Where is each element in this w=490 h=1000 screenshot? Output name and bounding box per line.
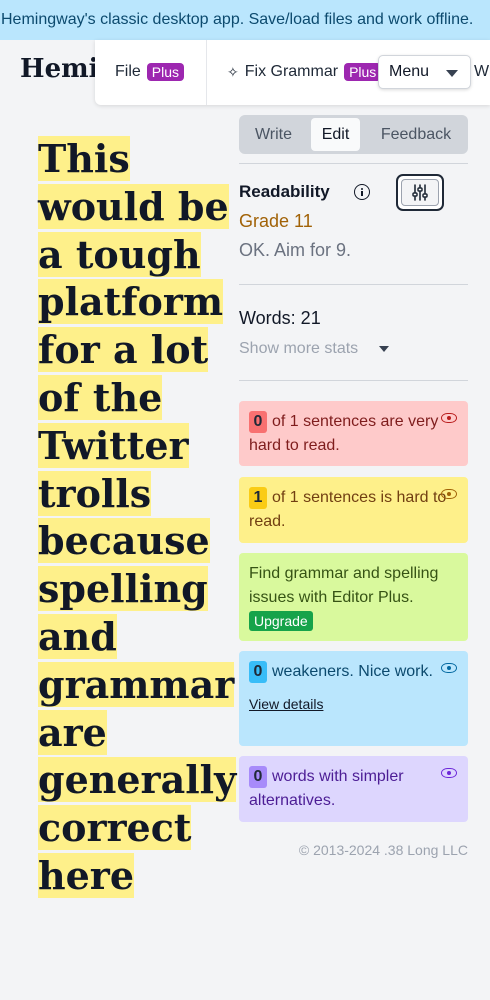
grammar-text: Find grammar and spelling issues with Ed…	[249, 565, 439, 606]
very-hard-sentences-card[interactable]: 0 of 1 sentences are very hard to read.	[239, 401, 468, 466]
file-button[interactable]: File Plus	[115, 63, 185, 81]
sparkle-icon: ✧	[227, 63, 239, 80]
toolbar: File Plus ✧ Fix Grammar Plus Write Menu	[95, 40, 490, 105]
simpler-text: words with simpler alternatives.	[249, 768, 404, 809]
editor-text[interactable]: This would be a tough platform for a lot…	[38, 135, 238, 900]
copyright-text: © 2013-2024 .38 Long LLC	[298, 842, 468, 858]
file-plus-badge: Plus	[146, 63, 185, 81]
simpler-alternatives-card[interactable]: 0 words with simpler alternatives.	[239, 756, 468, 822]
menu-dropdown[interactable]: Menu	[378, 55, 471, 89]
eye-icon[interactable]	[441, 489, 457, 499]
menu-label: Menu	[389, 63, 430, 80]
divider	[239, 284, 468, 285]
write-label[interactable]: Write	[474, 63, 490, 81]
tab-feedback[interactable]: Feedback	[366, 118, 466, 151]
tab-edit[interactable]: Edit	[311, 118, 360, 151]
divider	[239, 380, 468, 381]
show-more-stats-link[interactable]: Show more stats	[239, 340, 358, 358]
highlighted-sentence: This would be a tough platform for a lot…	[38, 136, 237, 898]
hard-text: of 1 sentences is hard to read.	[249, 489, 447, 530]
info-icon[interactable]	[354, 184, 370, 200]
upgrade-button[interactable]: Upgrade	[249, 611, 313, 631]
weakeners-count: 0	[249, 661, 267, 683]
eye-icon[interactable]	[441, 768, 457, 778]
settings-button[interactable]	[396, 174, 444, 211]
grade-note: OK. Aim for 9.	[239, 240, 352, 260]
chevron-down-icon	[446, 70, 458, 77]
announcement-banner: Hemingway's classic desktop app. Save/lo…	[0, 0, 490, 40]
tab-write[interactable]: Write	[242, 118, 305, 151]
word-count: Words: 21	[239, 308, 321, 328]
very-hard-text: of 1 sentences are very hard to read.	[249, 413, 439, 454]
banner-text: Hemingway's classic desktop app. Save/lo…	[1, 11, 474, 28]
eye-icon[interactable]	[441, 663, 457, 673]
app-logo[interactable]: Hemingway	[20, 54, 100, 84]
mode-tabs: Write Edit Feedback	[239, 115, 468, 154]
sliders-icon	[412, 184, 428, 201]
hard-count: 1	[249, 487, 267, 509]
file-label: File	[115, 63, 141, 80]
view-details-link[interactable]: View details	[249, 692, 458, 716]
fix-grammar-button[interactable]: ✧ Fix Grammar Plus	[227, 63, 382, 81]
toolbar-divider	[206, 40, 207, 105]
grammar-upsell-card: Find grammar and spelling issues with Ed…	[239, 553, 468, 641]
caret-down-icon[interactable]	[379, 346, 389, 352]
divider	[239, 163, 468, 164]
fix-plus-badge: Plus	[344, 63, 382, 81]
fix-grammar-label: Fix Grammar	[244, 63, 339, 80]
hard-sentences-card[interactable]: 1 of 1 sentences is hard to read.	[239, 477, 468, 543]
weakeners-card[interactable]: 0 weakeners. Nice work. View details	[239, 651, 468, 746]
simpler-count: 0	[249, 766, 267, 788]
eye-icon[interactable]	[441, 413, 457, 423]
readability-title: Readability	[239, 182, 330, 201]
weakeners-text: weakeners. Nice work.	[272, 663, 433, 680]
grade-level: Grade 11	[239, 211, 313, 231]
very-hard-count: 0	[249, 411, 267, 433]
